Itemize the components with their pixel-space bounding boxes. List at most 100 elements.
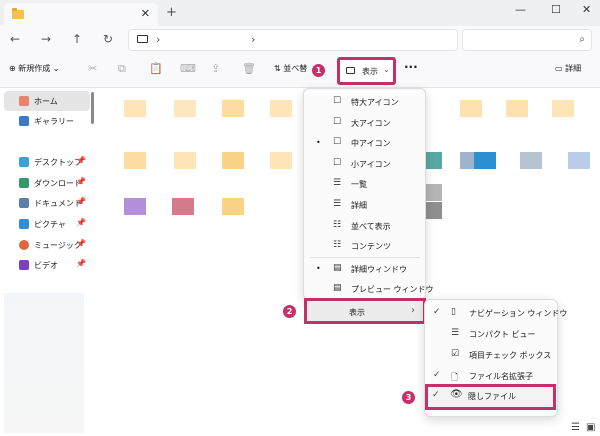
cut-icon[interactable]: ✂ <box>88 62 97 75</box>
large-icons-view-icon[interactable]: ▣ <box>586 422 595 433</box>
file-thumbnail[interactable] <box>172 198 194 215</box>
sidebar-item-downloads[interactable]: ダウンロード 📌 <box>4 173 90 193</box>
view-button-label: 表示 <box>362 67 378 76</box>
details-view-icon[interactable]: ☰ <box>571 422 580 433</box>
sidebar-item-desktop[interactable]: デスクトップ 📌 <box>4 152 90 172</box>
explorer-tab[interactable]: ✕ <box>4 3 158 26</box>
submenu-item-label: 項目チェック ボックス <box>469 351 552 360</box>
file-thumbnail[interactable] <box>174 152 196 169</box>
menu-item-label: 中アイコン <box>351 139 391 148</box>
home-icon <box>19 96 29 106</box>
file-thumbnail[interactable] <box>552 100 574 117</box>
details-icon: ☰ <box>333 199 342 209</box>
submenu-item-file-extensions[interactable]: ✓ 🗋 ファイル名拡張子 <box>425 365 557 386</box>
pictures-icon <box>19 219 29 229</box>
monitor-icon <box>346 67 355 74</box>
rename-icon[interactable]: ⌨ <box>180 62 196 75</box>
sidebar-item-pictures[interactable]: ピクチャ 📌 <box>4 214 90 234</box>
submenu-item-label: ファイル名拡張子 <box>469 372 533 381</box>
file-thumbnail[interactable] <box>460 100 482 117</box>
menu-item-tiles[interactable]: ☷ 並べて表示 <box>304 215 425 236</box>
menu-item-small-icons[interactable]: ☐ 小アイコン <box>304 153 425 174</box>
address-field[interactable]: › › <box>128 29 458 51</box>
minimize-button[interactable]: — <box>515 3 526 16</box>
music-icon <box>19 240 29 250</box>
new-button[interactable]: ⊕ 新規作成 ⌄ <box>9 63 60 74</box>
file-thumbnail[interactable] <box>222 198 244 215</box>
menu-item-preview-pane[interactable]: ▤ プレビュー ウィンドウ <box>304 278 434 299</box>
file-thumbnail[interactable] <box>506 100 528 117</box>
sidebar-item-videos[interactable]: ビデオ 📌 <box>4 255 90 275</box>
file-thumbnail[interactable] <box>222 152 244 169</box>
file-thumbnail[interactable] <box>474 152 496 169</box>
details-button-label: 詳細 <box>565 64 582 73</box>
documents-icon <box>19 198 29 208</box>
submenu-item-item-checkboxes[interactable]: ☑ 項目チェック ボックス <box>425 344 557 365</box>
new-tab-button[interactable]: + <box>166 5 177 20</box>
submenu-item-hidden-files[interactable]: ✓ 👁 隠しファイル <box>425 384 556 410</box>
sidebar-item-label: デスクトップ <box>34 158 82 167</box>
navigation-pane: ホーム ギャラリー デスクトップ 📌 ダウンロード 📌 ドキュメント 📌 ピクチ… <box>0 88 98 436</box>
menu-item-details-pane[interactable]: • ▤ 詳細ウィンドウ <box>304 258 425 279</box>
share-icon[interactable]: ⇪ <box>211 62 220 75</box>
menu-item-label: プレビュー ウィンドウ <box>351 285 434 294</box>
eye-icon: 👁 <box>450 389 463 400</box>
close-window-button[interactable]: ✕ <box>582 3 591 16</box>
address-chevron-icon[interactable]: › <box>251 33 255 46</box>
menu-item-label: 一覧 <box>351 180 367 189</box>
sidebar-item-label: ピクチャ <box>34 220 66 229</box>
menu-item-medium-icons[interactable]: • ☐ 中アイコン <box>304 132 425 153</box>
sidebar-scrollbar[interactable] <box>91 92 94 124</box>
step-badge-2: 2 <box>283 305 296 318</box>
selected-dot-icon: • <box>316 138 321 147</box>
menu-item-details[interactable]: ☰ 詳細 <box>304 194 425 215</box>
menu-item-label: 並べて表示 <box>351 222 391 231</box>
view-button[interactable]: 表示 ⌄ <box>337 57 396 85</box>
file-thumbnail[interactable] <box>520 152 542 169</box>
file-thumbnail[interactable] <box>270 152 292 169</box>
menu-item-large-icons[interactable]: ☐ 大アイコン <box>304 112 425 133</box>
sort-button[interactable]: ⇅ 並べ替 <box>274 63 307 74</box>
delete-icon[interactable]: 🗑 <box>242 62 256 75</box>
sidebar-item-documents[interactable]: ドキュメント 📌 <box>4 193 90 213</box>
details-pane-button[interactable]: ▭ 詳細 <box>555 63 581 74</box>
file-thumbnail[interactable] <box>124 152 146 169</box>
submenu-item-compact-view[interactable]: ☰ コンパクト ビュー <box>425 323 557 344</box>
paste-icon[interactable]: 📋 <box>149 62 163 75</box>
file-thumbnail[interactable] <box>124 100 146 117</box>
file-thumbnail[interactable] <box>124 198 146 215</box>
view-dropdown-menu: ☐ 特大アイコン ☐ 大アイコン • ☐ 中アイコン ☐ 小アイコン ☰ 一覧 … <box>303 88 434 300</box>
file-thumbnail[interactable] <box>568 152 590 169</box>
new-button-label: 新規作成 <box>18 64 51 73</box>
copy-icon[interactable]: ⧉ <box>118 62 126 76</box>
menu-item-content[interactable]: ☷ コンテンツ <box>304 235 425 256</box>
file-thumbnail[interactable] <box>270 100 292 117</box>
maximize-button[interactable]: ☐ <box>551 3 561 16</box>
submenu-item-navigation-pane[interactable]: ✓ ▯ ナビゲーション ウィンドウ <box>425 302 567 323</box>
navigation-pane-icon: ▯ <box>451 307 456 317</box>
menu-item-extra-large-icons[interactable]: ☐ 特大アイコン <box>304 91 425 112</box>
search-input[interactable]: ⌕ <box>462 29 592 51</box>
sidebar-item-gallery[interactable]: ギャラリー <box>4 111 90 131</box>
refresh-button[interactable]: ↻ <box>103 32 113 46</box>
more-options-button[interactable]: ··· <box>404 60 418 74</box>
sidebar-item-music[interactable]: ミュージック 📌 <box>4 235 90 255</box>
pin-icon: 📌 <box>76 177 86 186</box>
gallery-icon <box>19 116 29 126</box>
sidebar-item-label: ホーム <box>34 97 58 106</box>
menu-item-list[interactable]: ☰ 一覧 <box>304 173 425 194</box>
sidebar-item-home[interactable]: ホーム <box>4 91 90 111</box>
file-thumbnail[interactable] <box>222 100 244 117</box>
menu-item-label: 大アイコン <box>351 119 391 128</box>
details-pane-icon: ▤ <box>333 263 342 273</box>
forward-button[interactable]: → <box>41 32 51 46</box>
file-thumbnail[interactable] <box>174 100 196 117</box>
back-button[interactable]: ← <box>10 32 20 46</box>
breadcrumb-chevron-icon[interactable]: › <box>156 33 160 46</box>
title-bar: ✕ + — ☐ ✕ <box>0 0 600 26</box>
up-button[interactable]: ↑ <box>72 32 82 46</box>
tab-close-button[interactable]: ✕ <box>141 7 150 20</box>
menu-item-show[interactable]: 表示 › <box>304 298 426 324</box>
download-icon <box>19 178 29 188</box>
step-badge-1: 1 <box>312 64 325 77</box>
